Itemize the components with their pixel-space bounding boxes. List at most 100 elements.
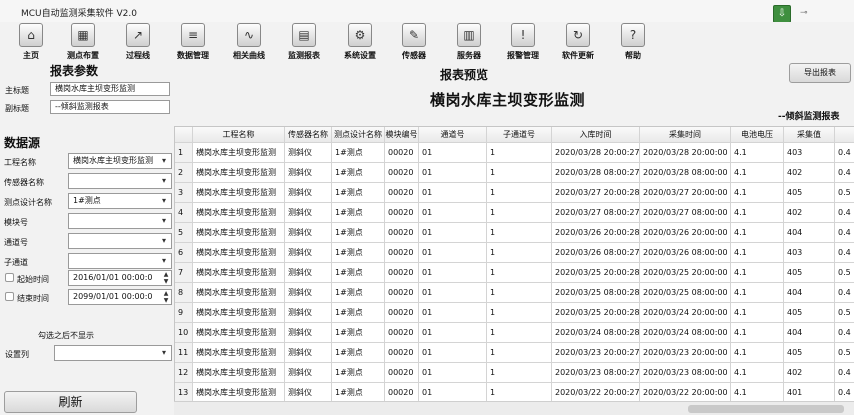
chevron-down-icon[interactable]: ▾ xyxy=(159,174,169,188)
scrollbar-thumb[interactable] xyxy=(688,405,844,413)
point-label: 测点设计名称 xyxy=(4,198,52,207)
chevron-down-icon[interactable]: ▾ xyxy=(159,254,169,268)
table-cell: 4.1 xyxy=(731,383,784,401)
table-cell: 2020/03/26 20:00:00 xyxy=(640,223,731,243)
start-time-checkbox[interactable] xyxy=(5,273,14,282)
start-time-input[interactable]: 2016/01/01 00:00:0 ▲ ▼ xyxy=(68,270,172,286)
chevron-down-icon[interactable]: ▾ xyxy=(159,194,169,208)
table-cell: 00020 xyxy=(385,343,419,363)
spin-arrows-icon[interactable]: ▲ ▼ xyxy=(162,271,170,285)
table-cell: 0.4 xyxy=(835,383,854,401)
table-cell: 0.5 xyxy=(835,343,854,363)
table-row[interactable]: 8 横岗水库主坝变形监测 测斜仪 1#测点 00020 01 1 2020/03/25 08:… xyxy=(175,283,854,303)
project-select[interactable]: 横岗水库主坝变形监测 ▾ xyxy=(68,153,172,169)
table-row[interactable]: 1 横岗水库主坝变形监测 测斜仪 1#测点 00020 01 1 2020/03/28 20:… xyxy=(175,143,854,163)
table-cell: 横岗水库主坝变形监测 xyxy=(193,323,285,343)
toolbar-button-4[interactable]: ∿ 相关曲线 xyxy=(224,23,274,63)
subchannel-select[interactable]: ▾ xyxy=(68,253,172,269)
column-select[interactable]: ▾ xyxy=(54,345,172,361)
column-header[interactable]: 子通道号 xyxy=(487,127,552,143)
toolbar-button-10[interactable]: ↻ 软件更新 xyxy=(553,23,603,63)
refresh-button[interactable]: 刷新 xyxy=(4,391,137,413)
table-cell: 测斜仪 xyxy=(285,323,332,343)
module-select[interactable]: ▾ xyxy=(68,213,172,229)
table-cell: 402 xyxy=(784,163,835,183)
column-header[interactable]: 传感器名称 xyxy=(285,127,332,143)
toolbar-button-11[interactable]: ? 帮助 xyxy=(608,23,658,63)
column-header[interactable] xyxy=(835,127,854,143)
toolbar-button-2[interactable]: ↗ 过程线 xyxy=(113,23,163,63)
table-cell: 00020 xyxy=(385,243,419,263)
table-row[interactable]: 5 横岗水库主坝变形监测 测斜仪 1#测点 00020 01 1 2020/03/26 20:… xyxy=(175,223,854,243)
table-row[interactable]: 11 横岗水库主坝变形监测 测斜仪 1#测点 00020 01 1 2020/03/23 20… xyxy=(175,343,854,363)
table-cell: 00020 xyxy=(385,363,419,383)
table-cell: 4.1 xyxy=(731,303,784,323)
column-header[interactable]: 入库时间 xyxy=(552,127,640,143)
horizontal-scrollbar[interactable] xyxy=(174,401,854,415)
title-bar: MCU自动监测采集软件 V2.0 ⇩ ⊸ xyxy=(0,0,854,23)
chevron-down-icon[interactable]: ▾ xyxy=(159,346,169,360)
table-cell: 404 xyxy=(784,283,835,303)
line-chart-icon: ↗ xyxy=(126,23,150,47)
toolbar-button-8[interactable]: ▥ 服务器 xyxy=(444,23,494,63)
table-cell: 1#测点 xyxy=(332,223,385,243)
table-cell: 1 xyxy=(487,383,552,401)
table-cell: 404 xyxy=(784,323,835,343)
end-time-value: 2099/01/01 00:00:0 xyxy=(73,292,153,301)
column-header[interactable]: 模块编号 xyxy=(385,127,419,143)
table-cell: 4.1 xyxy=(731,263,784,283)
table-row[interactable]: 3 横岗水库主坝变形监测 测斜仪 1#测点 00020 01 1 2020/03/27 20:… xyxy=(175,183,854,203)
table-cell: 402 xyxy=(784,203,835,223)
sub-title-input[interactable]: --倾斜监测报表 xyxy=(50,100,170,114)
table-cell: 00020 xyxy=(385,203,419,223)
sensor-select[interactable]: ▾ xyxy=(68,173,172,189)
table-cell: 4.1 xyxy=(731,223,784,243)
column-header[interactable] xyxy=(175,127,193,143)
table-cell: 2020/03/28 08:00:00 xyxy=(640,163,731,183)
column-header[interactable]: 通道号 xyxy=(419,127,487,143)
toolbar-button-6[interactable]: ⚙ 系统设置 xyxy=(335,23,385,63)
table-row[interactable]: 12 横岗水库主坝变形监测 测斜仪 1#测点 00020 01 1 2020/03/23 08… xyxy=(175,363,854,383)
toolbar-label: 帮助 xyxy=(625,51,641,60)
end-time-input[interactable]: 2099/01/01 00:00:0 ▲ ▼ xyxy=(68,289,172,305)
exit-icon[interactable]: ⇩ xyxy=(773,5,791,23)
column-header[interactable]: 采集时间 xyxy=(640,127,731,143)
column-header[interactable]: 采集值 xyxy=(784,127,835,143)
channel-select[interactable]: ▾ xyxy=(68,233,172,249)
table-cell: 0.5 xyxy=(835,303,854,323)
toolbar-button-0[interactable]: ⌂ 主页 xyxy=(6,23,56,63)
chevron-down-icon[interactable]: ▾ xyxy=(159,234,169,248)
toolbar-button-5[interactable]: ▤ 监测报表 xyxy=(279,23,329,63)
point-select[interactable]: 1#测点 ▾ xyxy=(68,193,172,209)
spin-arrows-icon[interactable]: ▲ ▼ xyxy=(162,290,170,304)
table-row[interactable]: 4 横岗水库主坝变形监测 测斜仪 1#测点 00020 01 1 2020/03/27 08:… xyxy=(175,203,854,223)
table-cell: 1#测点 xyxy=(332,243,385,263)
table-row[interactable]: 9 横岗水库主坝变形监测 测斜仪 1#测点 00020 01 1 2020/03/25 20:… xyxy=(175,303,854,323)
sensor-label: 传感器名称 xyxy=(4,178,44,187)
toolbar-button-7[interactable]: ✎ 传感器 xyxy=(389,23,439,63)
export-report-button[interactable]: 导出报表 xyxy=(789,63,851,83)
sub-title-label: 副标题 xyxy=(5,104,29,113)
table-cell: 00020 xyxy=(385,303,419,323)
column-header[interactable]: 工程名称 xyxy=(193,127,285,143)
end-time-checkbox[interactable] xyxy=(5,292,14,301)
table-row[interactable]: 10 横岗水库主坝变形监测 测斜仪 1#测点 00020 01 1 2020/03/24 08… xyxy=(175,323,854,343)
row-number: 1 xyxy=(175,143,193,163)
chevron-down-icon[interactable]: ▾ xyxy=(159,214,169,228)
table-cell: 4.1 xyxy=(731,243,784,263)
table-row[interactable]: 13 横岗水库主坝变形监测 测斜仪 1#测点 00020 01 1 2020/03/22 20… xyxy=(175,383,854,401)
column-header[interactable]: 电池电压 xyxy=(731,127,784,143)
report-icon: ▤ xyxy=(292,23,316,47)
table-cell: 1#测点 xyxy=(332,143,385,163)
toolbar-button-3[interactable]: ≡ 数据管理 xyxy=(168,23,218,63)
toolbar-button-1[interactable]: ▦ 测点布置 xyxy=(58,23,108,63)
table-row[interactable]: 2 横岗水库主坝变形监测 测斜仪 1#测点 00020 01 1 2020/03/28 08:… xyxy=(175,163,854,183)
table-row[interactable]: 6 横岗水库主坝变形监测 测斜仪 1#测点 00020 01 1 2020/03/26 08:… xyxy=(175,243,854,263)
subchannel-label: 子通道 xyxy=(4,258,28,267)
main-title-input[interactable]: 横岗水库主坝变形监测 xyxy=(50,82,170,96)
chevron-down-icon[interactable]: ▾ xyxy=(159,154,169,168)
pin-icon[interactable]: ⊸ xyxy=(800,8,808,18)
table-row[interactable]: 7 横岗水库主坝变形监测 测斜仪 1#测点 00020 01 1 2020/03/25 20:… xyxy=(175,263,854,283)
column-header[interactable]: 测点设计名称 xyxy=(332,127,385,143)
toolbar-button-9[interactable]: ! 报警管理 xyxy=(498,23,548,63)
